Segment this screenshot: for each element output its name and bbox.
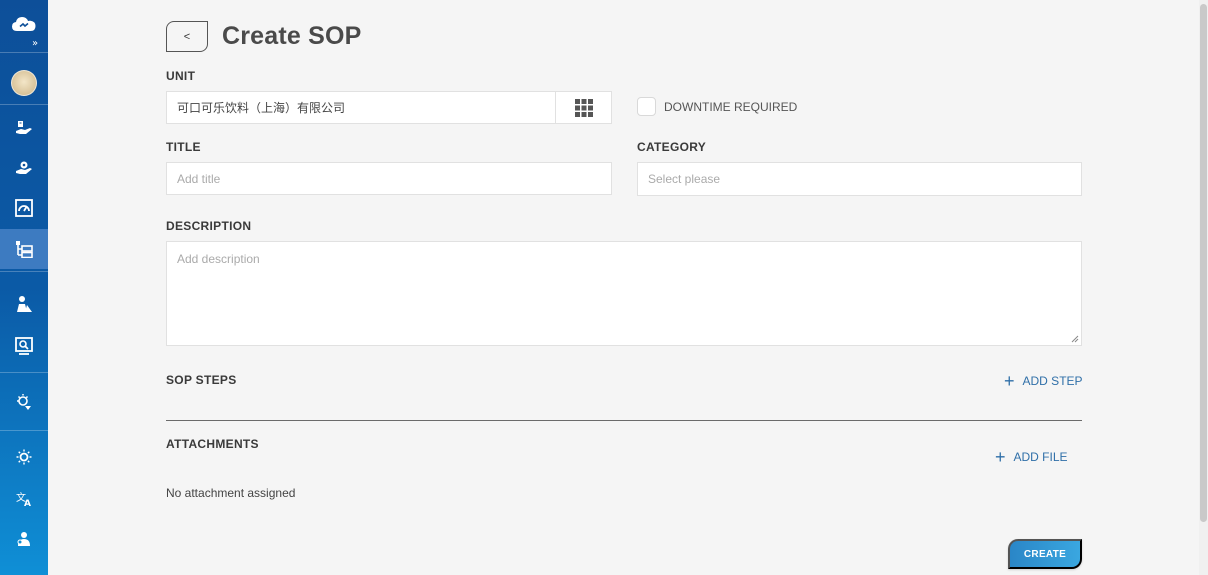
sidebar-expand-icon[interactable]: »	[32, 38, 38, 49]
cloud-logo-icon	[12, 17, 36, 31]
grid-icon	[574, 98, 593, 117]
title-label: TITLE	[166, 140, 201, 154]
create-button[interactable]: CREATE	[1008, 539, 1082, 569]
worker-icon	[17, 296, 32, 312]
downtime-checkbox[interactable]	[637, 97, 656, 116]
title-placeholder: Add title	[177, 171, 221, 186]
sidebar-item-workers[interactable]	[0, 284, 48, 324]
category-select[interactable]: Select please	[637, 162, 1082, 196]
add-file-label: ADD FILE	[1013, 450, 1068, 464]
add-file-button[interactable]: + ADD FILE	[995, 447, 1068, 467]
sidebar-item-inspection[interactable]	[0, 326, 48, 366]
hand-gear-alt-icon	[16, 161, 32, 174]
sidebar-item-settings[interactable]	[0, 437, 48, 477]
category-label: CATEGORY	[637, 140, 707, 154]
unit-value: 可口可乐饮料（上海）有限公司	[177, 101, 346, 115]
sidebar-item-ideas[interactable]	[0, 382, 48, 422]
sidebar-item-profile[interactable]	[0, 519, 48, 559]
add-step-label: ADD STEP	[1022, 374, 1083, 388]
page-title: Create SOP	[222, 22, 362, 50]
profile-icon	[17, 532, 30, 546]
resize-handle-icon[interactable]	[1071, 335, 1079, 343]
downtime-label[interactable]: DOWNTIME REQUIRED	[664, 100, 797, 114]
sidebar-logo[interactable]	[0, 4, 48, 44]
settings-sun-icon	[16, 449, 32, 465]
sidebar-item-dashboard[interactable]	[0, 188, 48, 228]
translate-icon: 文 A	[16, 491, 31, 507]
avatar	[11, 70, 37, 96]
monitor-check-icon	[15, 337, 33, 355]
gauge-icon	[15, 199, 33, 217]
sidebar-divider	[0, 271, 48, 272]
section-divider	[166, 420, 1082, 421]
unit-label: UNIT	[166, 69, 196, 83]
bulb-icon	[17, 394, 31, 410]
sidebar-item-service[interactable]	[0, 148, 48, 188]
hand-gear-icon	[16, 121, 32, 134]
attachments-empty-text: No attachment assigned	[166, 486, 296, 500]
add-step-button[interactable]: + ADD STEP	[1004, 371, 1083, 391]
sidebar-divider	[0, 52, 48, 53]
sidebar-user[interactable]	[0, 63, 48, 103]
attachments-label: ATTACHMENTS	[166, 437, 259, 451]
description-label: DESCRIPTION	[166, 219, 252, 233]
sidebar-item-language[interactable]: 文 A	[0, 479, 48, 519]
sop-tree-icon	[16, 241, 33, 258]
sidebar-divider	[0, 430, 48, 431]
unit-input[interactable]: 可口可乐饮料（上海）有限公司	[166, 91, 556, 124]
back-button[interactable]: <	[166, 21, 208, 52]
sidebar-item-sop[interactable]	[0, 229, 48, 269]
sidebar-divider	[0, 372, 48, 373]
plus-icon: +	[995, 447, 1006, 467]
sidebar: » 文 A	[0, 0, 48, 575]
category-placeholder: Select please	[648, 172, 721, 186]
svg-text:A: A	[24, 499, 31, 507]
unit-picker-button[interactable]	[555, 91, 612, 124]
description-textarea[interactable]: Add description	[166, 241, 1082, 346]
plus-icon: +	[1004, 371, 1015, 391]
scrollbar-track[interactable]	[1199, 0, 1208, 575]
scrollbar-thumb[interactable]	[1200, 4, 1207, 522]
sidebar-divider	[0, 104, 48, 105]
title-input[interactable]: Add title	[166, 162, 612, 195]
description-placeholder: Add description	[177, 252, 260, 266]
sidebar-item-maintenance[interactable]	[0, 108, 48, 148]
sop-steps-label: SOP STEPS	[166, 373, 237, 387]
